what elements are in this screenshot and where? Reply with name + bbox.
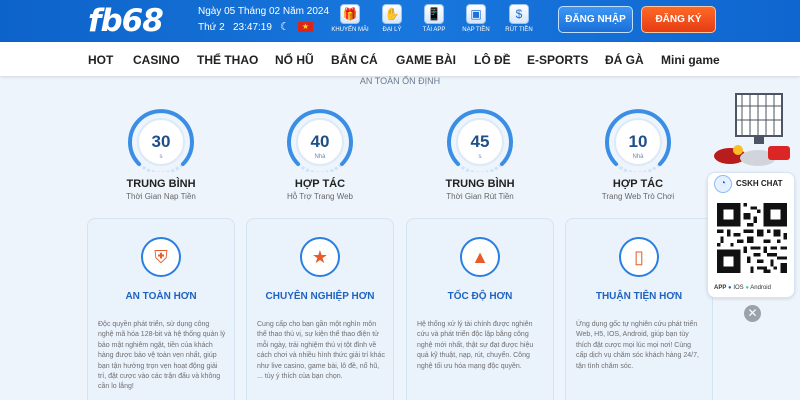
stat-gauge-withdraw-time: 45 s TRUNG BÌNH Thời Gian Rút Tiền xyxy=(405,108,555,208)
chat-bubble-icon: ◔ xyxy=(714,175,732,193)
nav-item-sports[interactable]: THỂ THAO xyxy=(197,53,258,67)
nav-item-cockfight[interactable]: ĐÁ GÀ xyxy=(605,53,644,67)
stat-value: 30 xyxy=(151,132,171,151)
money-bag-icon: $ xyxy=(509,4,529,24)
top-header: fb68 Ngày 05 Tháng 02 Năm 2024 Thứ 2 23:… xyxy=(0,0,800,42)
wallet-icon: ▣ xyxy=(466,4,486,24)
quick-link-label: RÚT TIỀN xyxy=(505,27,533,33)
nav-item-fishing[interactable]: BẮN CÁ xyxy=(331,53,378,67)
feature-title: AN TOÀN HƠN xyxy=(125,291,197,302)
feature-card-safer: ⛨ AN TOÀN HƠN Độc quyền phát triển, sử d… xyxy=(87,218,235,400)
stat-value: 10 xyxy=(628,132,648,151)
login-button[interactable]: ĐĂNG NHẬP xyxy=(558,6,633,33)
phone-icon: 📱 xyxy=(424,4,444,24)
quick-link-label: KHUYẾN MÃI xyxy=(331,27,369,33)
app-label: APP xyxy=(714,285,727,291)
android-label[interactable]: Android xyxy=(750,285,771,291)
tv-illustration xyxy=(712,90,792,168)
feature-description: Cung cấp cho bạn gần một nghìn môn thể t… xyxy=(257,321,385,381)
feature-title: THUẬN TIỆN HƠN xyxy=(595,291,683,302)
stat-subtitle: Thời Gian Nạp Tiền xyxy=(126,192,196,201)
quick-link-withdraw[interactable]: $ RÚT TIỀN xyxy=(499,2,539,40)
stat-unit: s xyxy=(159,154,163,160)
clock-time: 23:47:19 xyxy=(233,22,272,33)
stat-unit: Nhà xyxy=(314,154,326,160)
feature-title: TỐC ĐỘ HƠN xyxy=(447,291,513,302)
stat-gauge-deposit-time: 30 s TRUNG BÌNH Thời Gian Nạp Tiền xyxy=(86,108,236,208)
feature-description: Ứng dụng gốc tự nghiên cứu phát triển We… xyxy=(576,321,699,370)
handshake-icon: ✋ xyxy=(382,4,402,24)
feature-card-professional: ★ CHUYÊN NGHIỆP HƠN Cung cấp cho bạn gần… xyxy=(246,218,394,400)
quick-link-promotions[interactable]: 🎁 KHUYẾN MÃI xyxy=(330,2,370,40)
feature-description: Độc quyền phát triển, sử dụng công nghệ … xyxy=(98,321,226,391)
feature-card-convenient: ▯ THUẬN TIỆN HƠN Ứng dụng gốc tự nghiên … xyxy=(565,218,713,400)
nav-item-slots[interactable]: NỔ HŨ xyxy=(275,53,314,67)
stat-unit: s xyxy=(478,154,482,160)
mobile-app-icon: ▯ xyxy=(619,237,659,277)
nav-item-card-games[interactable]: GAME BÀI xyxy=(396,53,456,67)
support-chat-widget[interactable]: ◔ CSKH CHAT APP ● IOS ● Android xyxy=(707,172,795,298)
stat-title: TRUNG BÌNH xyxy=(126,178,196,190)
dark-mode-icon[interactable]: ☾ xyxy=(280,20,290,33)
chat-title[interactable]: CSKH CHAT xyxy=(736,179,783,188)
stat-subtitle: Hỗ Trợ Trang Web xyxy=(286,192,353,201)
site-logo[interactable]: fb68 xyxy=(88,3,164,39)
section-tagline: AN TOÀN ỔN ĐỊNH xyxy=(359,76,441,86)
vietnam-flag-icon[interactable]: ★ xyxy=(298,22,313,32)
stat-value: 45 xyxy=(470,132,490,151)
stat-value: 40 xyxy=(310,132,330,151)
medal-icon: ★ xyxy=(300,237,340,277)
nav-item-casino[interactable]: CASINO xyxy=(133,53,180,67)
current-date: Ngày 05 Tháng 02 Năm 2024 xyxy=(198,6,330,17)
quick-link-label: NẠP TIỀN xyxy=(462,27,490,33)
app-download-row: APP ● IOS ● Android xyxy=(714,285,794,291)
shield-hands-icon: ⛨ xyxy=(141,237,181,277)
nav-item-esports[interactable]: E-SPORTS xyxy=(527,53,588,67)
stat-title: HỢP TÁC xyxy=(294,178,346,190)
close-icon[interactable]: ✕ xyxy=(744,305,761,322)
rocket-icon: ▲ xyxy=(460,237,500,277)
ios-label[interactable]: IOS xyxy=(733,285,743,291)
weekday: Thứ 2 xyxy=(198,22,225,33)
nav-item-lottery[interactable]: LÔ ĐỀ xyxy=(474,53,511,67)
stat-gauge-partner-sites: 40 Nhà HỢP TÁC Hỗ Trợ Trang Web xyxy=(245,108,395,208)
feature-description: Hệ thống xử lý tài chính được nghiên cứu… xyxy=(417,321,534,370)
apple-icon[interactable]: ● xyxy=(728,285,732,291)
register-button[interactable]: ĐĂNG KÝ xyxy=(641,6,716,33)
qr-code-icon xyxy=(717,203,787,273)
stat-title: HỢP TÁC xyxy=(612,178,664,190)
stat-subtitle: Trang Web Trò Chơi xyxy=(601,192,675,201)
stat-title: TRUNG BÌNH xyxy=(445,178,515,190)
quick-link-label: ĐẠI LÝ xyxy=(382,27,402,33)
quick-link-agent[interactable]: ✋ ĐẠI LÝ xyxy=(372,2,412,40)
quick-link-label: TẢI APP xyxy=(422,27,446,33)
nav-item-hot[interactable]: HOT xyxy=(88,53,113,67)
gift-icon: 🎁 xyxy=(340,4,360,24)
quick-link-deposit[interactable]: ▣ NẠP TIỀN xyxy=(456,2,496,40)
main-nav: HOT CASINO THỂ THAO NỔ HŨ BẮN CÁ GAME BÀ… xyxy=(0,42,800,76)
stat-gauge-game-sites: 10 Nhà HỢP TÁC Trang Web Trò Chơi xyxy=(563,108,713,208)
quick-link-download-app[interactable]: 📱 TẢI APP xyxy=(414,2,454,40)
nav-item-mini-game[interactable]: Mini game xyxy=(661,53,720,67)
stat-unit: Nhà xyxy=(632,154,644,160)
stat-subtitle: Thời Gian Rút Tiền xyxy=(446,192,514,201)
feature-title: CHUYÊN NGHIỆP HƠN xyxy=(265,291,375,302)
feature-card-faster: ▲ TỐC ĐỘ HƠN Hệ thống xử lý tài chính đư… xyxy=(406,218,554,400)
android-icon[interactable]: ● xyxy=(745,285,749,291)
